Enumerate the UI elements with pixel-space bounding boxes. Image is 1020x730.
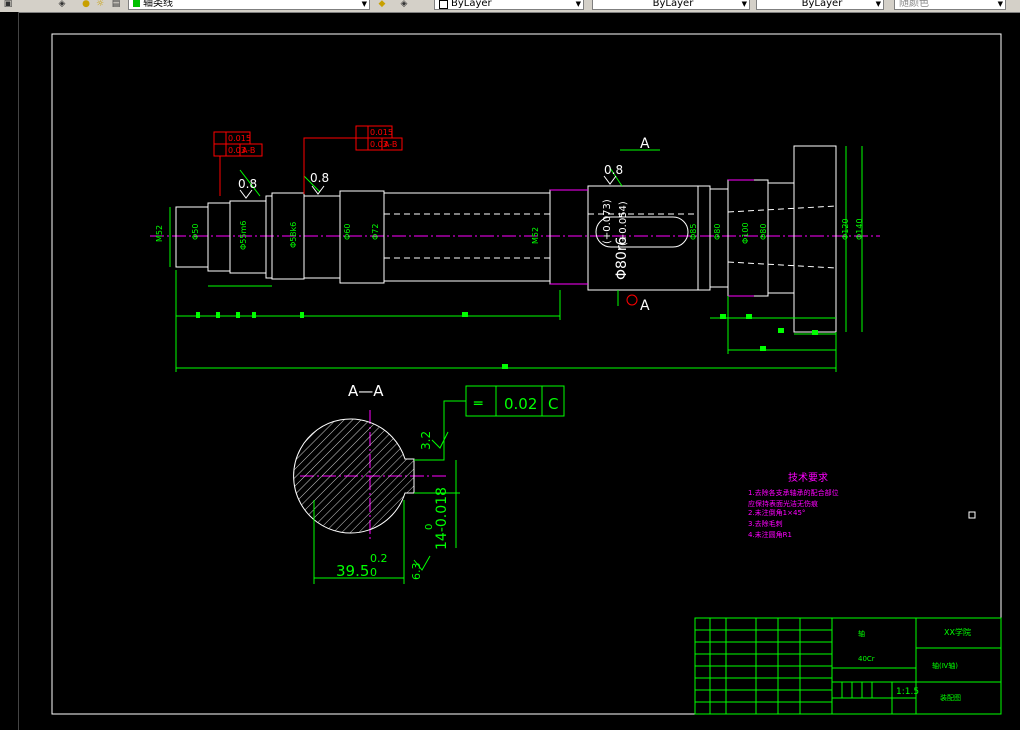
dim-width-tol: 0.2 <box>370 552 388 565</box>
grip-handle[interactable] <box>968 511 976 519</box>
svg-text:Φ50: Φ50 <box>191 224 200 240</box>
shaft-outline <box>175 145 837 333</box>
svg-text:Φ80: Φ80 <box>713 224 722 240</box>
tolerance-value: 0.02 <box>504 395 537 413</box>
svg-text:Φ58k6: Φ58k6 <box>289 222 298 248</box>
title-material: 40Cr <box>858 655 875 663</box>
svg-text:Φ85: Φ85 <box>689 224 698 240</box>
dim-depth: 14-0.018 <box>434 487 450 550</box>
tech-item-1: 1.去除各支承轴承的配合部位 <box>748 488 839 497</box>
dimension-ticks <box>196 312 818 369</box>
svg-text:Φ80: Φ80 <box>759 224 768 240</box>
svg-text:Φ55m6: Φ55m6 <box>239 221 248 250</box>
tolerance-symbol: ═ <box>473 396 483 412</box>
red-tol-1: 0.015 <box>228 134 251 143</box>
datum-circle <box>626 294 638 306</box>
section-marker-bottom: A <box>640 298 650 314</box>
tech-item-3: 2.未注倒角1×45° <box>748 508 805 517</box>
tech-item-4: 3.去除毛刺 <box>748 519 783 528</box>
section-view <box>293 410 446 540</box>
section-view-label: A—A <box>348 382 384 400</box>
svg-text:Φ140: Φ140 <box>855 218 864 240</box>
svg-text:M52: M52 <box>531 227 540 244</box>
title-part-name: 轴 <box>858 629 865 638</box>
title-sheet: 装配图 <box>940 693 961 702</box>
red-datum-1: A-B <box>242 146 255 155</box>
svg-text:M52: M52 <box>155 225 164 242</box>
dim-width: 39.5 <box>336 562 369 580</box>
roughness-symbols <box>239 175 617 199</box>
drawing-canvas[interactable]: M52 Φ50 Φ55m6 Φ58k6 Φ60 Φ72 M52 Φ85 Φ80 … <box>0 0 1020 730</box>
roughness-b: 0.8 <box>310 171 329 185</box>
keyway-tol-upper: (+0.073) <box>602 199 613 244</box>
title-drawing-name: 轴(Ⅳ轴) <box>932 661 958 670</box>
red-datum-2: A-B <box>384 140 397 149</box>
sheet-border <box>51 33 1002 715</box>
dim-width-tol-lower: 0 <box>370 566 377 579</box>
dim-depth-upper: 0 <box>424 524 435 530</box>
section-marker-top: A <box>640 136 650 152</box>
tech-title: 技术要求 <box>788 471 828 484</box>
roughness-a: 0.8 <box>238 177 257 191</box>
diameter-labels: M52 Φ50 Φ55m6 Φ58k6 Φ60 Φ72 M52 Φ85 Φ80 … <box>155 218 864 250</box>
title-scale: 1:1.5 <box>896 687 919 697</box>
red-tol-2: 0.015 <box>370 128 393 137</box>
keyway-tol-lower: (+0.054) <box>618 201 629 246</box>
roughness-bottom: 6.3 <box>410 563 423 581</box>
highlight-segments <box>550 179 754 297</box>
tech-item-2: 应保持表面光洁无伤痕 <box>748 499 818 508</box>
title-company: XX学院 <box>944 627 971 637</box>
tolerance-datum: C <box>548 395 558 413</box>
tech-item-5: 4.未注圆角R1 <box>748 530 792 539</box>
svg-text:Φ100: Φ100 <box>741 222 750 244</box>
roughness-section: 3.2 <box>419 431 433 450</box>
svg-text:Φ72: Φ72 <box>371 224 380 240</box>
roughness-c: 0.8 <box>604 163 623 177</box>
svg-text:Φ60: Φ60 <box>343 224 352 240</box>
svg-text:Φ120: Φ120 <box>841 218 850 240</box>
